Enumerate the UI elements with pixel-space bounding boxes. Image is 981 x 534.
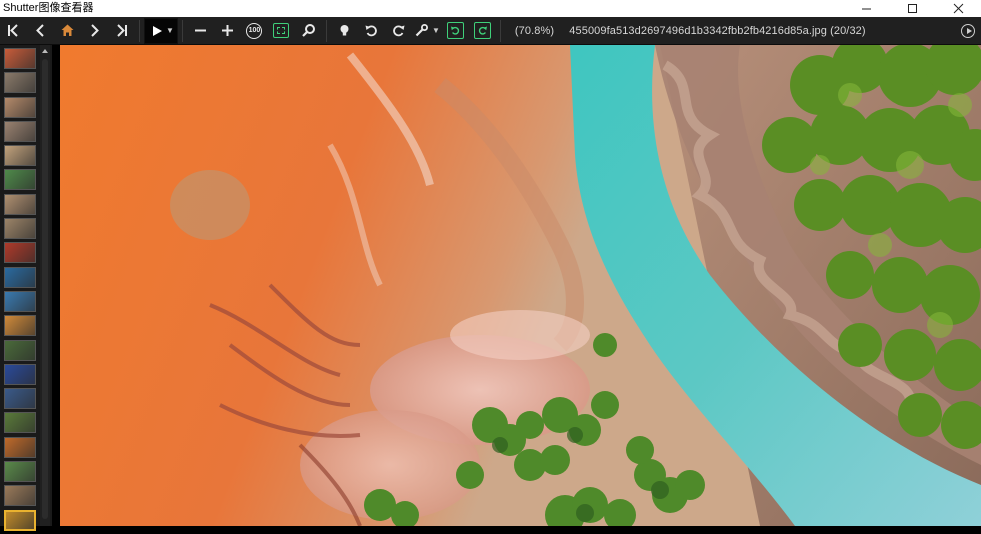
thumbnail-item[interactable]: [4, 145, 36, 167]
image-viewer[interactable]: [52, 45, 981, 526]
actual-size-icon: 100: [246, 22, 263, 39]
rotate-left-icon: [365, 25, 377, 37]
title-bar: Shutter图像查看器: [0, 0, 981, 17]
zoom-out-button[interactable]: [187, 17, 214, 45]
rotate-right-button[interactable]: [385, 17, 412, 45]
fit-to-window-icon: [273, 23, 290, 38]
thumbnail-item[interactable]: [4, 412, 36, 434]
rotate-left-save-icon: [446, 22, 464, 39]
toolbar-separator: [499, 19, 501, 42]
image-info: (70.8%) 455009fa513d2697496d1b3342fbb2fb…: [515, 25, 866, 37]
zoom-in-button[interactable]: [214, 17, 241, 45]
thumbnail-scrollbar[interactable]: [40, 45, 50, 526]
thumbnail-item[interactable]: [4, 120, 36, 142]
actual-size-button[interactable]: 100: [241, 17, 268, 45]
home-icon: [61, 24, 74, 36]
menu-circle-icon: [961, 23, 975, 38]
thumbnail-item[interactable]: [4, 218, 36, 240]
tools-button[interactable]: ▼: [412, 17, 442, 45]
maximize-button[interactable]: [889, 0, 935, 17]
rotate-left-button[interactable]: [358, 17, 385, 45]
thumbnail-item[interactable]: [4, 266, 36, 288]
thumbnail-item[interactable]: [4, 388, 36, 410]
maximize-icon: [907, 4, 917, 13]
thumbnail-item[interactable]: [4, 48, 36, 69]
thumbnail-item[interactable]: [4, 363, 36, 385]
rotate-right-icon: [393, 25, 405, 37]
toolbar-separator: [325, 19, 327, 42]
rotate-right-save-button[interactable]: [469, 17, 496, 45]
displayed-photo[interactable]: [60, 45, 981, 526]
thumbnail-item[interactable]: [4, 461, 36, 483]
magnifier-button[interactable]: [295, 17, 322, 45]
close-button[interactable]: [935, 0, 981, 17]
minimize-icon: [861, 8, 871, 10]
last-image-button[interactable]: [108, 17, 135, 45]
rotate-right-save-icon: [473, 22, 491, 39]
thumbnail-item[interactable]: [4, 509, 36, 531]
navigation-group: [0, 17, 135, 45]
toolbar-separator: [139, 19, 140, 42]
scrollbar-thumb[interactable]: [42, 59, 48, 519]
toolbar-separator: [181, 19, 183, 42]
next-image-button[interactable]: [81, 17, 108, 45]
thumbnail-list: [2, 48, 38, 534]
main-menu-button[interactable]: [955, 17, 981, 45]
minimize-button[interactable]: [843, 0, 889, 17]
thumbnail-item[interactable]: [4, 339, 36, 361]
home-button[interactable]: [54, 17, 81, 45]
scroll-up-icon[interactable]: [42, 49, 48, 53]
zoom-out-icon: [194, 29, 206, 32]
first-image-button[interactable]: [0, 17, 27, 45]
magnifier-icon: [302, 24, 315, 37]
fit-to-window-button[interactable]: [268, 17, 295, 45]
thumbnail-item[interactable]: [4, 290, 36, 312]
lightbulb-icon: [340, 25, 349, 36]
thumbnail-item[interactable]: [4, 96, 36, 118]
thumbnail-strip: [0, 45, 52, 531]
last-image-icon: [117, 24, 127, 37]
thumbnail-item[interactable]: [4, 485, 36, 507]
toolbar: ▼ 100 ▼ (70.8%) 455009fa513d2697496d1b33…: [0, 17, 981, 45]
chevron-down-icon[interactable]: ▼: [432, 26, 440, 35]
first-image-icon: [8, 24, 18, 37]
previous-image-icon: [36, 24, 44, 37]
close-icon: [953, 3, 963, 14]
window-title: Shutter图像查看器: [3, 2, 94, 14]
chevron-down-icon[interactable]: ▼: [166, 26, 174, 35]
zoom-level-text: (70.8%): [514, 24, 555, 37]
aerial-landscape-image: [60, 45, 981, 526]
previous-image-button[interactable]: [27, 17, 54, 45]
file-name-text: 455009fa513d2697496d1b3342fbb2fb4216d85a…: [569, 24, 866, 37]
slideshow-button[interactable]: ▼: [144, 17, 178, 44]
wrench-icon: [415, 24, 428, 37]
thumbnail-item[interactable]: [4, 436, 36, 458]
thumbnail-item[interactable]: [4, 72, 36, 94]
lightbulb-button[interactable]: [331, 17, 358, 45]
rotate-left-save-button[interactable]: [442, 17, 469, 45]
thumbnail-item[interactable]: [4, 193, 36, 215]
slideshow-play-icon: [153, 25, 162, 36]
thumbnail-item[interactable]: [4, 169, 36, 191]
zoom-group: 100: [187, 17, 322, 45]
edit-group: ▼: [331, 17, 496, 45]
thumbnail-item[interactable]: [4, 315, 36, 337]
next-image-icon: [91, 24, 99, 37]
thumbnail-item[interactable]: [4, 242, 36, 264]
zoom-in-icon: [221, 25, 233, 36]
